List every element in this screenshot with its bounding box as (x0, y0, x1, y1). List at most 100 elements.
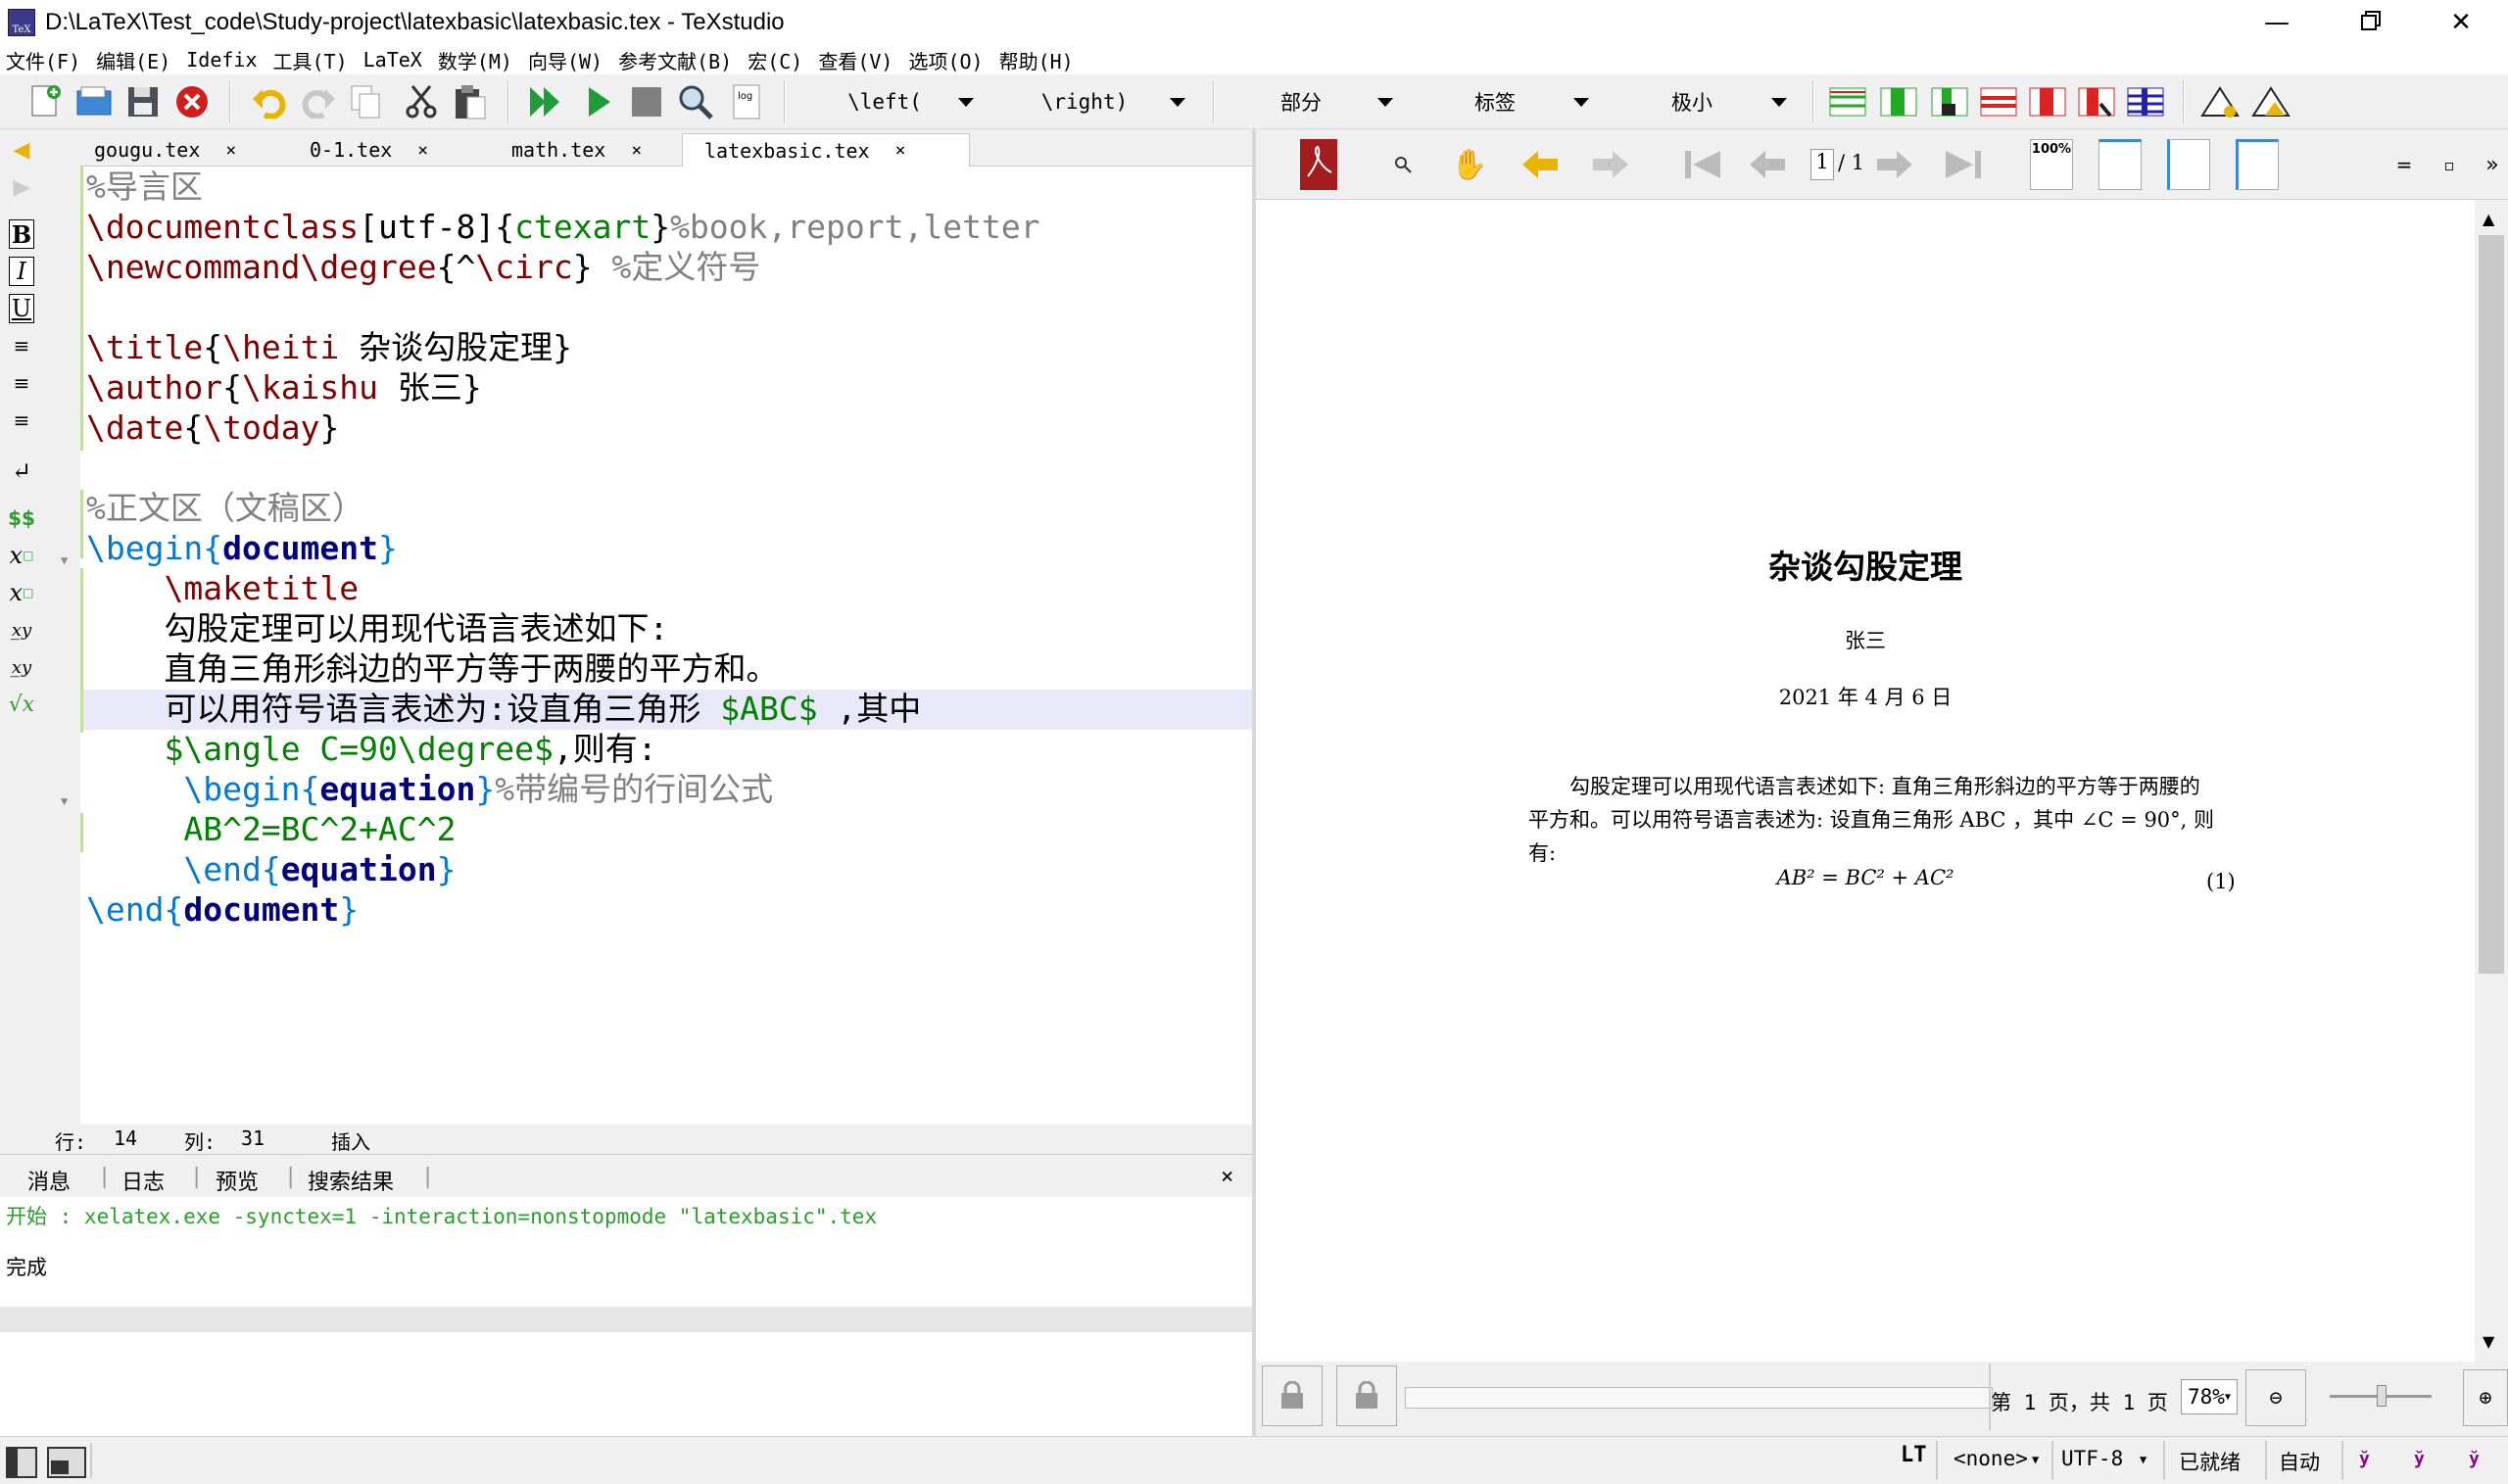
horizontal-scrollbar[interactable] (0, 1307, 1252, 1332)
label-combo[interactable]: 标签 (1417, 82, 1603, 121)
save-icon[interactable] (123, 82, 163, 121)
bookmark-icon[interactable]: ў (2414, 1449, 2425, 1469)
maximize-button[interactable] (2332, 0, 2406, 45)
layout-single-icon[interactable] (6, 1447, 37, 1478)
close-icon[interactable]: × (895, 140, 906, 161)
sqrt-icon[interactable]: √x (6, 690, 37, 719)
back-arrow-icon[interactable]: ◀ (6, 135, 37, 165)
hand-pan-icon[interactable]: ✋ (1442, 137, 1497, 192)
last-page-icon[interactable] (1936, 137, 1991, 192)
align-right-icon[interactable]: ≡ (6, 406, 37, 435)
close-file-icon[interactable] (172, 82, 212, 121)
paste-icon[interactable] (451, 82, 490, 121)
forward-arrow-icon[interactable]: ▶ (6, 172, 37, 202)
align-left-icon[interactable]: ≡ (6, 331, 37, 360)
fraction-icon[interactable]: x̲y (6, 615, 37, 645)
previous-page-icon[interactable] (1740, 137, 1795, 192)
add-column-icon[interactable] (1879, 82, 1918, 121)
warning-triangle-icon[interactable] (2200, 82, 2240, 121)
tab-0-1[interactable]: 0-1.tex × (302, 133, 529, 167)
close-icon[interactable]: × (417, 140, 428, 161)
scroll-down-icon[interactable]: ▼ (2483, 1332, 2494, 1351)
newline-icon[interactable]: ↵ (6, 456, 37, 486)
scrollbar-thumb[interactable] (2479, 235, 2504, 974)
language-select[interactable]: <none> (1953, 1447, 2028, 1470)
zoom-100-icon[interactable]: 100% (2024, 137, 2079, 192)
open-file-icon[interactable] (74, 82, 114, 121)
section-combo[interactable]: 部分 (1225, 82, 1407, 121)
tab-latexbasic[interactable]: latexbasic.tex × (682, 133, 970, 167)
encoding-select[interactable]: UTF-8 (2061, 1447, 2123, 1470)
fold-marker-icon[interactable]: ▼ (61, 782, 68, 822)
pdf-page[interactable]: 杂谈勾股定理 张三 2021 年 4 月 6 日 勾股定理可以用现代语言表述如下… (1256, 200, 2475, 1362)
chevron-down-icon[interactable]: ▼ (2140, 1453, 2146, 1466)
new-file-icon[interactable] (25, 82, 65, 121)
fit-text-icon[interactable] (2161, 137, 2216, 192)
subscript-icon[interactable]: x □ (6, 541, 37, 570)
bookmark-icon[interactable]: ў (2359, 1449, 2370, 1469)
minimize-button[interactable]: — (2240, 0, 2314, 45)
zoom-in-icon[interactable]: ⊕ (2463, 1369, 2508, 1426)
zoom-select[interactable]: 78% ▼ (2181, 1379, 2238, 1414)
menu-wizards[interactable]: 向导(W) (520, 46, 610, 74)
math-mode-icon[interactable]: $$ (6, 503, 37, 533)
next-page-icon[interactable] (1867, 137, 1922, 192)
undo-icon[interactable] (249, 82, 288, 121)
code-editor[interactable]: %导言区 \documentclass[utf-8]{ctexart}%book… (61, 167, 1252, 1128)
menu-help[interactable]: 帮助(H) (991, 46, 1082, 74)
chevron-down-icon[interactable]: ▼ (2032, 1453, 2039, 1466)
fit-width-icon[interactable] (2093, 137, 2147, 192)
first-page-icon[interactable] (1675, 137, 1730, 192)
redo-icon[interactable] (300, 82, 339, 121)
sync-lock-icon[interactable] (1336, 1365, 1397, 1426)
menu-edit[interactable]: 编辑(E) (88, 46, 178, 74)
copy-icon[interactable] (347, 82, 386, 121)
view-log-icon[interactable]: log (727, 82, 766, 121)
tab-messages[interactable]: 消息 (27, 1165, 71, 1196)
font-size-combo[interactable]: 极小 (1613, 82, 1801, 121)
align-center-icon[interactable]: ≡ (6, 368, 37, 398)
overflow-chevron-icon[interactable]: » (2465, 137, 2508, 192)
menu-view[interactable]: 查看(V) (810, 46, 900, 74)
build-and-view-icon[interactable] (527, 82, 566, 121)
table-icon[interactable] (1828, 82, 1867, 121)
magnifier-icon[interactable] (1375, 137, 1430, 192)
italic-icon[interactable]: I (9, 257, 34, 286)
scroll-up-icon[interactable]: ▲ (2483, 210, 2494, 228)
right-delimiter-combo[interactable]: \right) (999, 82, 1199, 121)
align-columns-icon[interactable] (2126, 82, 2165, 121)
menu-math[interactable]: 数学(M) (430, 46, 520, 74)
bookmark-icon[interactable]: ў (2469, 1449, 2480, 1469)
tab-preview[interactable]: 预览 (216, 1165, 259, 1196)
tab-log[interactable]: 日志 (121, 1165, 165, 1196)
superscript-icon[interactable]: x □ (6, 578, 37, 607)
sync-lock-icon[interactable] (1262, 1365, 1323, 1426)
cut-icon[interactable] (402, 82, 441, 121)
dfrac-icon[interactable]: x̲y (6, 652, 37, 682)
close-icon[interactable]: × (631, 140, 642, 161)
menu-options[interactable]: 选项(O) (900, 46, 990, 74)
warning-triangle-yellow-icon[interactable] (2251, 82, 2291, 121)
menu-macros[interactable]: 宏(C) (740, 46, 810, 74)
remove-row-icon[interactable] (2028, 82, 2067, 121)
pdf-document-icon[interactable] (1291, 137, 1346, 192)
close-window-button[interactable]: ✕ (2424, 0, 2498, 45)
menu-idefix[interactable]: Idefix (178, 48, 265, 72)
layout-split-icon[interactable] (47, 1447, 86, 1478)
cell-align-icon[interactable] (2077, 82, 2116, 121)
compile-icon[interactable] (580, 82, 619, 121)
menu-latex[interactable]: LaTeX (356, 48, 430, 72)
view-pdf-icon[interactable] (676, 82, 715, 121)
fit-page-icon[interactable] (2230, 137, 2285, 192)
stop-icon[interactable] (627, 82, 666, 121)
menu-file[interactable]: 文件(F) (0, 46, 88, 74)
close-panel-button[interactable]: × (1221, 1165, 1233, 1189)
underline-icon[interactable]: U (9, 294, 34, 323)
page-number-input[interactable]: 1 (1810, 149, 1834, 180)
zoom-out-icon[interactable]: ⊖ (2245, 1369, 2306, 1426)
languagetool-icon[interactable]: LT (1901, 1443, 1927, 1467)
horizontal-scrollbar[interactable] (1405, 1387, 1993, 1409)
tab-search-results[interactable]: 搜索结果 (308, 1165, 394, 1196)
left-delimiter-combo[interactable]: \left( (811, 82, 988, 121)
back-arrow-icon[interactable] (1513, 137, 1568, 192)
